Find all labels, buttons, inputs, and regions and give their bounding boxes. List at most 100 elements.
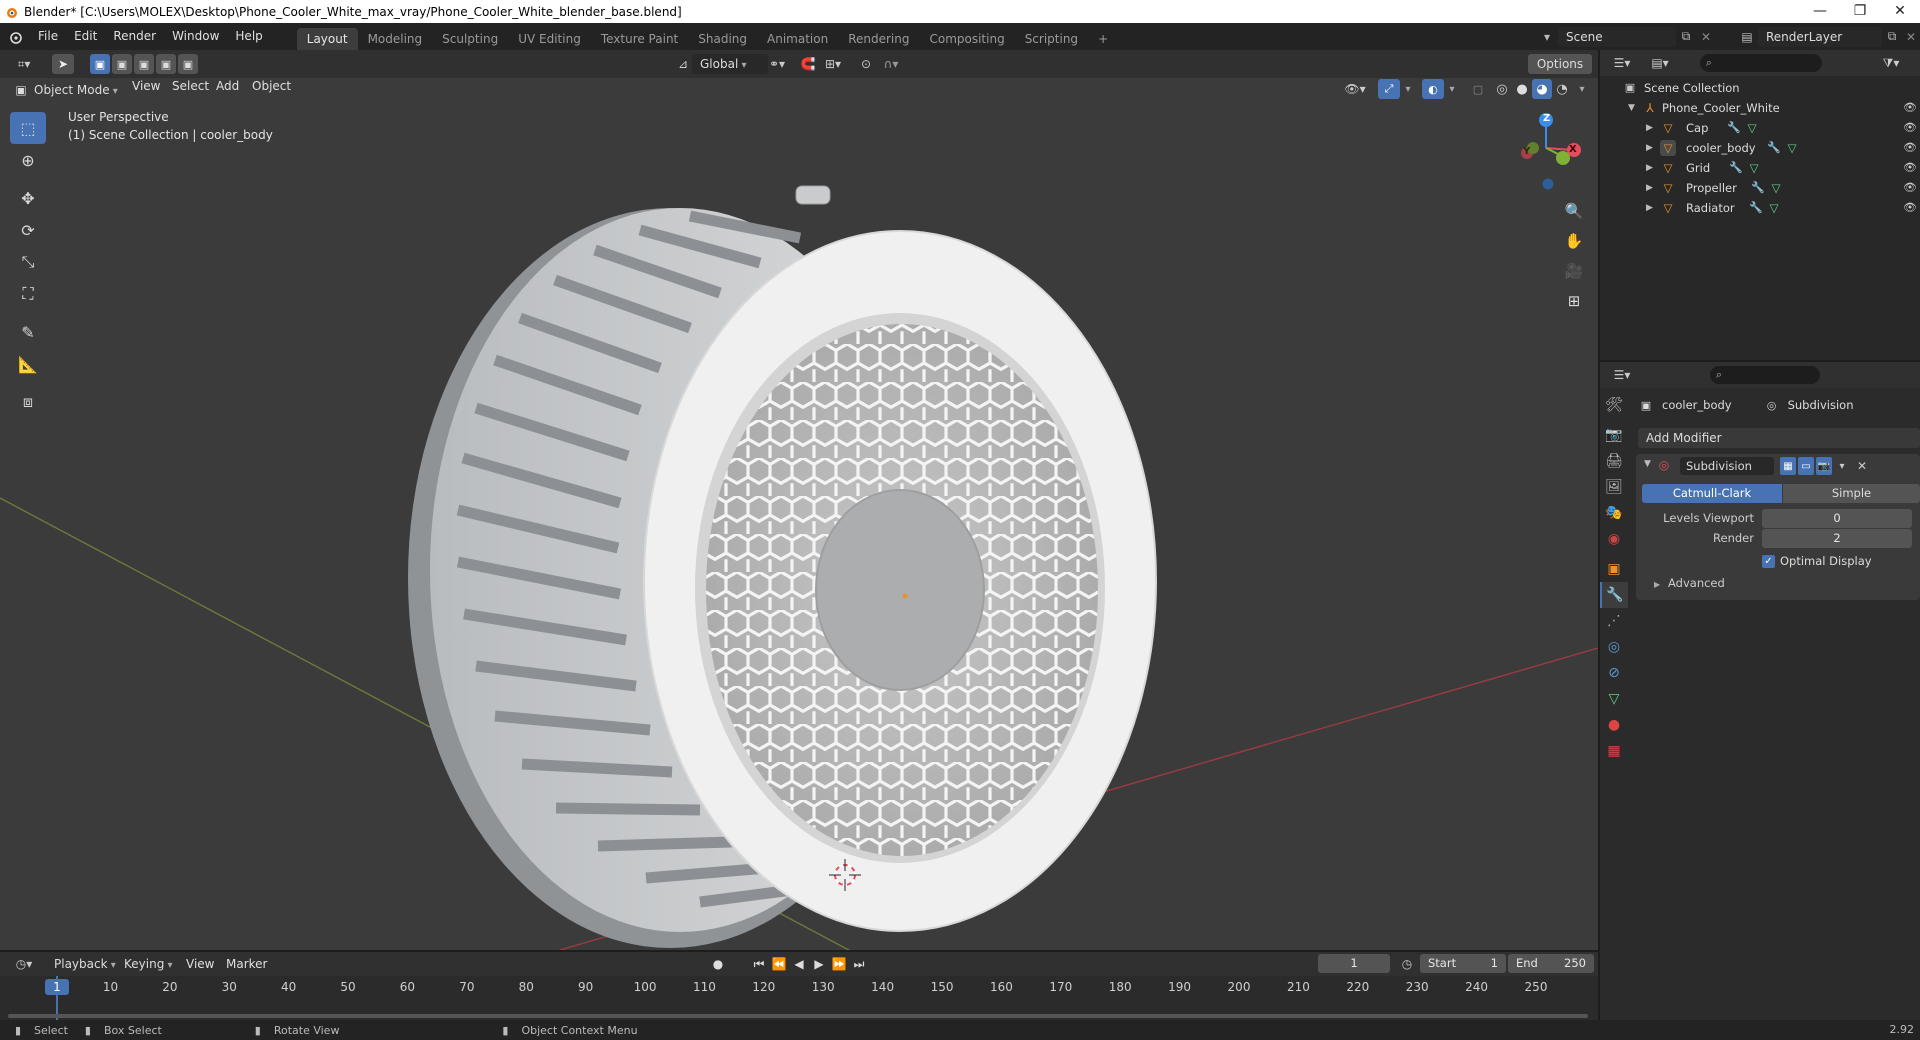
snap-icon[interactable]: 🧲 [798, 54, 818, 74]
3d-viewport[interactable]: ▣ Object Mode View Select Add Object 👁▾ … [0, 78, 1598, 950]
visibility-eye-icon[interactable]: 👁 [1902, 98, 1918, 118]
falloff-icon[interactable]: ∩▾ [878, 54, 904, 74]
transform-tool-icon[interactable]: ⛶ [10, 278, 46, 310]
preview-range-icon[interactable]: ◷ [1398, 954, 1416, 973]
expand-arrow-icon[interactable]: ▶ [1646, 198, 1653, 218]
current-frame-field[interactable]: 1 [1318, 954, 1390, 973]
select-extend-icon[interactable]: ▣ [112, 54, 132, 74]
object-tab-icon[interactable]: ▣ [1600, 556, 1628, 582]
visibility-eye-icon[interactable]: 👁 [1902, 178, 1918, 198]
advanced-section-label[interactable]: Advanced [1668, 576, 1725, 590]
view-layer-tab-icon[interactable]: 🖼 [1600, 474, 1628, 500]
simple-option[interactable]: Simple [1783, 484, 1920, 503]
scene-selector[interactable]: ▾ Scene ⧉ ✕ [1536, 26, 1718, 47]
outliner-row-grid[interactable]: ▶ ▽ Grid 🔧 ▽ 👁 [1600, 158, 1920, 178]
zoom-icon[interactable]: 🔍 [1560, 198, 1588, 224]
tab-texture-paint[interactable]: Texture Paint [591, 28, 688, 50]
remove-modifier-icon[interactable]: ✕ [1854, 457, 1870, 475]
tab-layout[interactable]: Layout [296, 28, 358, 50]
menu-edit[interactable]: Edit [66, 23, 105, 50]
timeline-menu-playback[interactable]: Playback [46, 954, 124, 974]
particles-tab-icon[interactable]: ⋰ [1600, 608, 1628, 634]
record-icon[interactable]: ● [706, 955, 730, 973]
outliner-row-cap[interactable]: ▶ ▽ Cap 🔧 ▽ 👁 [1600, 118, 1920, 138]
visibility-eye-icon[interactable]: 👁 [1902, 198, 1918, 218]
modifiers-tab-icon[interactable]: 🔧 [1600, 582, 1628, 608]
collapse-arrow-icon[interactable]: ▼ [1644, 459, 1651, 469]
expand-arrow-icon[interactable]: ▶ [1646, 158, 1653, 178]
editor-type-icon[interactable]: ⌗▾ [10, 54, 38, 74]
physics-tab-icon[interactable]: ◎ [1600, 634, 1628, 660]
visibility-eye-icon[interactable]: 👁 [1902, 158, 1918, 178]
pivot-point-icon[interactable]: ⚭▾ [762, 54, 792, 74]
world-tab-icon[interactable]: ◉ [1600, 526, 1628, 552]
menu-help[interactable]: Help [227, 23, 270, 50]
tab-animation[interactable]: Animation [757, 28, 838, 50]
jump-start-icon[interactable]: ⏮ [750, 955, 768, 973]
tab-uv-editing[interactable]: UV Editing [508, 28, 591, 50]
add-modifier-dropdown[interactable]: Add Modifier [1638, 428, 1920, 448]
jump-next-keyframe-icon[interactable]: ⏩ [830, 955, 848, 973]
move-tool-icon[interactable]: ✥ [10, 182, 46, 214]
transform-orientation-dropdown[interactable]: Global [692, 54, 768, 74]
outliner-row-scene-collection[interactable]: ▣ Scene Collection [1600, 78, 1920, 98]
delete-view-layer-icon[interactable]: ✕ [1902, 30, 1920, 44]
maximize-button[interactable]: ❐ [1840, 0, 1880, 23]
select-new-icon[interactable]: ▣ [90, 54, 110, 74]
tab-scripting[interactable]: Scripting [1015, 28, 1088, 50]
play-icon[interactable]: ▶ [810, 955, 828, 973]
pan-hand-icon[interactable]: ✋ [1560, 228, 1588, 254]
new-scene-icon[interactable]: ⧉ [1676, 29, 1696, 44]
display-mode-icon[interactable]: ▤▾ [1646, 54, 1674, 72]
outliner-row-cooler-body[interactable]: ▶ ▽ cooler_body 🔧 ▽ 👁 [1600, 138, 1920, 158]
annotate-tool-icon[interactable]: ✎ [10, 316, 46, 348]
minimize-button[interactable]: — [1800, 0, 1840, 23]
outliner-row-propeller[interactable]: ▶ ▽ Propeller 🔧 ▽ 👁 [1600, 178, 1920, 198]
menu-window[interactable]: Window [164, 23, 227, 50]
tab-shading[interactable]: Shading [688, 28, 757, 50]
select-subtract-icon[interactable]: ▣ [134, 54, 154, 74]
tab-compositing[interactable]: Compositing [919, 28, 1014, 50]
transform-orientation[interactable]: ⊿ Global [674, 54, 768, 74]
tool-tab-icon[interactable]: 🛠 [1600, 392, 1628, 418]
outliner-row-collection[interactable]: ▼ ⅄ Phone_Cooler_White 👁 [1600, 98, 1920, 118]
scene-name-field[interactable]: Scene [1558, 26, 1676, 47]
edit-mode-toggle-icon[interactable]: ▦ [1780, 457, 1796, 475]
select-box-tool-icon[interactable]: ⬚ [10, 112, 46, 144]
ortho-toggle-icon[interactable]: ⊞ [1560, 288, 1588, 314]
cursor-tool-icon[interactable]: ⊕ [10, 144, 46, 176]
timeline-editor-type-icon[interactable]: ◷▾ [10, 955, 38, 973]
tab-sculpting[interactable]: Sculpting [432, 28, 508, 50]
end-frame-field[interactable]: End 250 [1508, 954, 1594, 973]
outliner-editor-type-icon[interactable]: ☰▾ [1608, 54, 1636, 72]
data-tab-icon[interactable]: ▽ [1600, 686, 1628, 712]
scale-tool-icon[interactable]: ⤡ [10, 246, 46, 278]
add-workspace-button[interactable]: + [1088, 28, 1118, 50]
blender-menu-icon[interactable] [0, 30, 30, 44]
new-view-layer-icon[interactable]: ⧉ [1882, 29, 1902, 44]
expand-arrow-icon[interactable]: ▶ [1646, 118, 1653, 138]
constraints-tab-icon[interactable]: ⊘ [1600, 660, 1628, 686]
render-tab-icon[interactable]: 📷 [1600, 422, 1628, 448]
start-frame-field[interactable]: Start 1 [1420, 954, 1506, 973]
modifier-name-field[interactable]: Subdivision [1680, 457, 1774, 475]
outliner-search-input[interactable]: ⌕ [1700, 54, 1822, 72]
realtime-toggle-icon[interactable]: ▭ [1798, 457, 1814, 475]
timeline-menu-marker[interactable]: Marker [218, 952, 275, 976]
properties-editor-type-icon[interactable]: ☰▾ [1608, 366, 1636, 384]
tab-modeling[interactable]: Modeling [358, 28, 433, 50]
scene-tab-icon[interactable]: 🎭 [1600, 500, 1628, 526]
delete-scene-icon[interactable]: ✕ [1696, 30, 1716, 44]
measure-tool-icon[interactable]: 📐 [10, 348, 46, 380]
expand-arrow-icon[interactable]: ▼ [1628, 98, 1635, 118]
play-reverse-icon[interactable]: ◀ [790, 955, 808, 973]
options-dropdown[interactable]: Options [1528, 54, 1592, 74]
levels-viewport-field[interactable]: 0 [1762, 509, 1912, 528]
menu-render[interactable]: Render [105, 23, 164, 50]
texture-tab-icon[interactable]: ▦ [1600, 738, 1628, 764]
jump-prev-keyframe-icon[interactable]: ⏪ [770, 955, 788, 973]
proportional-edit-icon[interactable]: ⊙ [856, 54, 876, 74]
tab-rendering[interactable]: Rendering [838, 28, 919, 50]
select-invert-icon[interactable]: ▣ [156, 54, 176, 74]
properties-search-input[interactable]: ⌕ [1710, 366, 1820, 384]
